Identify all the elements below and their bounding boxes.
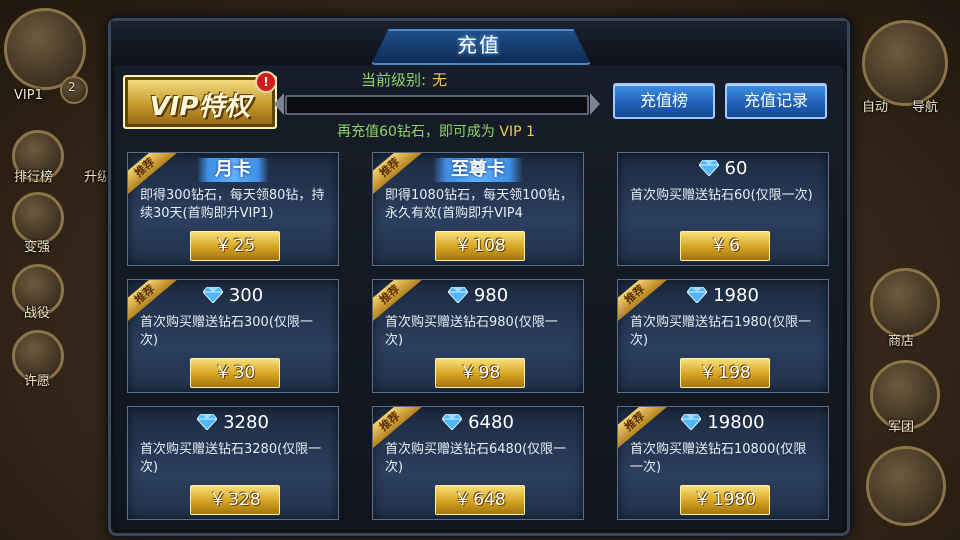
diamond-icon (686, 286, 708, 304)
recharge-card[interactable]: 推荐 300 首次购买赠送钻石300(仅限一次) ￥ 30 (127, 279, 339, 393)
price-value: 108 (473, 236, 506, 256)
recharge-card[interactable]: 推荐 至尊卡 即得1080钻石，每天领100钻，永久有效(首购即升VIP4 ￥ 108 (372, 152, 584, 266)
shop-icon[interactable] (870, 268, 940, 338)
card-title: 月卡 (128, 158, 338, 182)
diamond-icon (202, 286, 224, 304)
left-menu-label-battle: 战役 (24, 306, 51, 321)
card-description: 首次购买赠送钻石1980(仅限一次) (630, 315, 812, 348)
card-description: 首次购买赠送钻石3280(仅限一次) (140, 442, 322, 475)
buy-price-button[interactable]: ￥ 98 (435, 358, 525, 388)
card-title: 300 (128, 285, 338, 309)
recharge-ranking-button[interactable]: 充值榜 (613, 83, 715, 119)
vip-privilege-button[interactable]: VIP特权 (123, 75, 277, 129)
buy-price-button[interactable]: ￥ 108 (435, 231, 525, 261)
price-value: 30 (233, 363, 256, 383)
buy-price-button[interactable]: ￥ 198 (680, 358, 770, 388)
diamond-icon (447, 286, 469, 304)
card-title: 980 (373, 285, 583, 309)
buy-price-button[interactable]: ￥ 648 (435, 485, 525, 515)
diamond-amount: 19800 (707, 412, 765, 433)
right-menu-label-legion: 军团 (888, 420, 915, 435)
recharge-card[interactable]: 60 首次购买赠送钻石60(仅限一次) ￥ 6 (617, 152, 829, 266)
yuan-icon: ￥ (459, 363, 477, 383)
price-value: 198 (718, 363, 751, 383)
recharge-card[interactable]: 推荐 1980 首次购买赠送钻石1980(仅限一次) ￥ 198 (617, 279, 829, 393)
yuan-icon: ￥ (454, 236, 472, 256)
buy-price-button[interactable]: ￥ 6 (680, 231, 770, 261)
card-description: 即得1080钻石，每天领100钻，永久有效(首购即升VIP4 (385, 188, 573, 221)
yuan-icon: ￥ (214, 236, 232, 256)
card-description: 即得300钻石，每天领80钻，持续30天(首购即升VIP1) (140, 188, 325, 221)
recharge-card[interactable]: 推荐 980 首次购买赠送钻石980(仅限一次) ￥ 98 (372, 279, 584, 393)
recharge-card[interactable]: 推荐 19800 首次购买赠送钻石10800(仅限一次) ￥ 1980 (617, 406, 829, 520)
diamond-amount: 980 (473, 285, 509, 306)
price-value: 648 (473, 490, 506, 510)
diamond-amount: 3280 (223, 412, 269, 433)
refresh-icon[interactable] (866, 446, 946, 526)
card-description: 首次购买赠送钻石300(仅限一次) (140, 315, 313, 348)
yuan-icon: ￥ (699, 363, 717, 383)
recharge-card[interactable]: 推荐 6480 首次购买赠送钻石6480(仅限一次) ￥ 648 (372, 406, 584, 520)
diamond-amount: 300 (228, 285, 264, 306)
left-menu-label-strength: 变强 (24, 240, 51, 255)
buy-price-button[interactable]: ￥ 25 (190, 231, 280, 261)
yuan-icon: ￥ (214, 363, 232, 383)
current-level: 当前级别: 无 (361, 69, 447, 90)
card-title: 6480 (373, 412, 583, 436)
yuan-icon: ￥ (454, 490, 472, 510)
card-description: 首次购买赠送钻石60(仅限一次) (630, 188, 813, 203)
vip-privilege-label: VIP特权 (149, 92, 251, 122)
card-description: 首次购买赠送钻石10800(仅限一次) (630, 442, 807, 475)
price-value: 98 (478, 363, 501, 383)
recharge-panel: 充值 VIP特权 ! 当前级别: 无 再充值60钻石，即可成为 VIP 1 充值榜… (108, 18, 850, 536)
price-value: 6 (729, 236, 740, 256)
vip-progress-bar (274, 93, 589, 115)
recharge-history-button[interactable]: 充值记录 (725, 83, 827, 119)
yuan-icon: ￥ (693, 490, 711, 510)
card-banner-title: 月卡 (197, 158, 269, 182)
diamond-amount: 60 (724, 158, 748, 179)
price-value: 1980 (712, 490, 757, 510)
price-value: 328 (228, 490, 261, 510)
buy-price-button[interactable]: ￥ 1980 (680, 485, 770, 515)
diamond-amount: 1980 (713, 285, 759, 306)
hint-vip-level: VIP 1 (499, 124, 535, 140)
buy-price-button[interactable]: ￥ 328 (190, 485, 280, 515)
right-menu-label-auto: 自动 (862, 100, 889, 115)
right-menu-label-navigate: 导航 (912, 100, 939, 115)
card-description: 首次购买赠送钻石6480(仅限一次) (385, 442, 567, 475)
diamond-icon (680, 413, 703, 431)
player-vip-label: VIP1 (14, 88, 43, 103)
player-level-number: 2 (68, 80, 76, 94)
recharge-hint: 再充值60钻石，即可成为 VIP 1 (261, 121, 611, 141)
left-menu-label-rank: 排行榜 (14, 170, 54, 185)
current-level-value: 无 (432, 71, 448, 89)
yuan-icon: ￥ (710, 236, 728, 256)
card-title: 3280 (128, 412, 338, 436)
right-menu-label-shop: 商店 (888, 334, 915, 349)
card-title: 19800 (618, 412, 828, 436)
left-menu-label-partial: 升级 (84, 170, 111, 185)
card-banner-title: 至尊卡 (433, 158, 523, 182)
recharge-grid: 推荐 月卡 即得300钻石，每天领80钻，持续30天(首购即升VIP1) ￥ 25 推荐至… (127, 152, 831, 520)
panel-title: 充值 (457, 33, 501, 57)
alert-icon: ! (255, 71, 277, 93)
diamond-icon (441, 413, 463, 431)
diamond-amount: 6480 (468, 412, 514, 433)
card-title: 1980 (618, 285, 828, 309)
buy-price-button[interactable]: ￥ 30 (190, 358, 280, 388)
hint-text: 再充值60钻石，即可成为 (337, 124, 495, 140)
card-title: 60 (618, 158, 828, 182)
auto-icon[interactable] (862, 20, 948, 106)
card-description: 首次购买赠送钻石980(仅限一次) (385, 315, 558, 348)
left-menu-label-wish: 许愿 (24, 374, 51, 389)
diamond-icon (196, 413, 218, 431)
yuan-icon: ￥ (209, 490, 227, 510)
recharge-card[interactable]: 3280 首次购买赠送钻石3280(仅限一次) ￥ 328 (127, 406, 339, 520)
price-value: 25 (233, 236, 256, 256)
card-title: 至尊卡 (373, 158, 583, 182)
recharge-card[interactable]: 推荐 月卡 即得300钻石，每天领80钻，持续30天(首购即升VIP1) ￥ 25 (127, 152, 339, 266)
diamond-icon (697, 159, 720, 177)
current-level-label: 当前级别: (361, 71, 427, 89)
